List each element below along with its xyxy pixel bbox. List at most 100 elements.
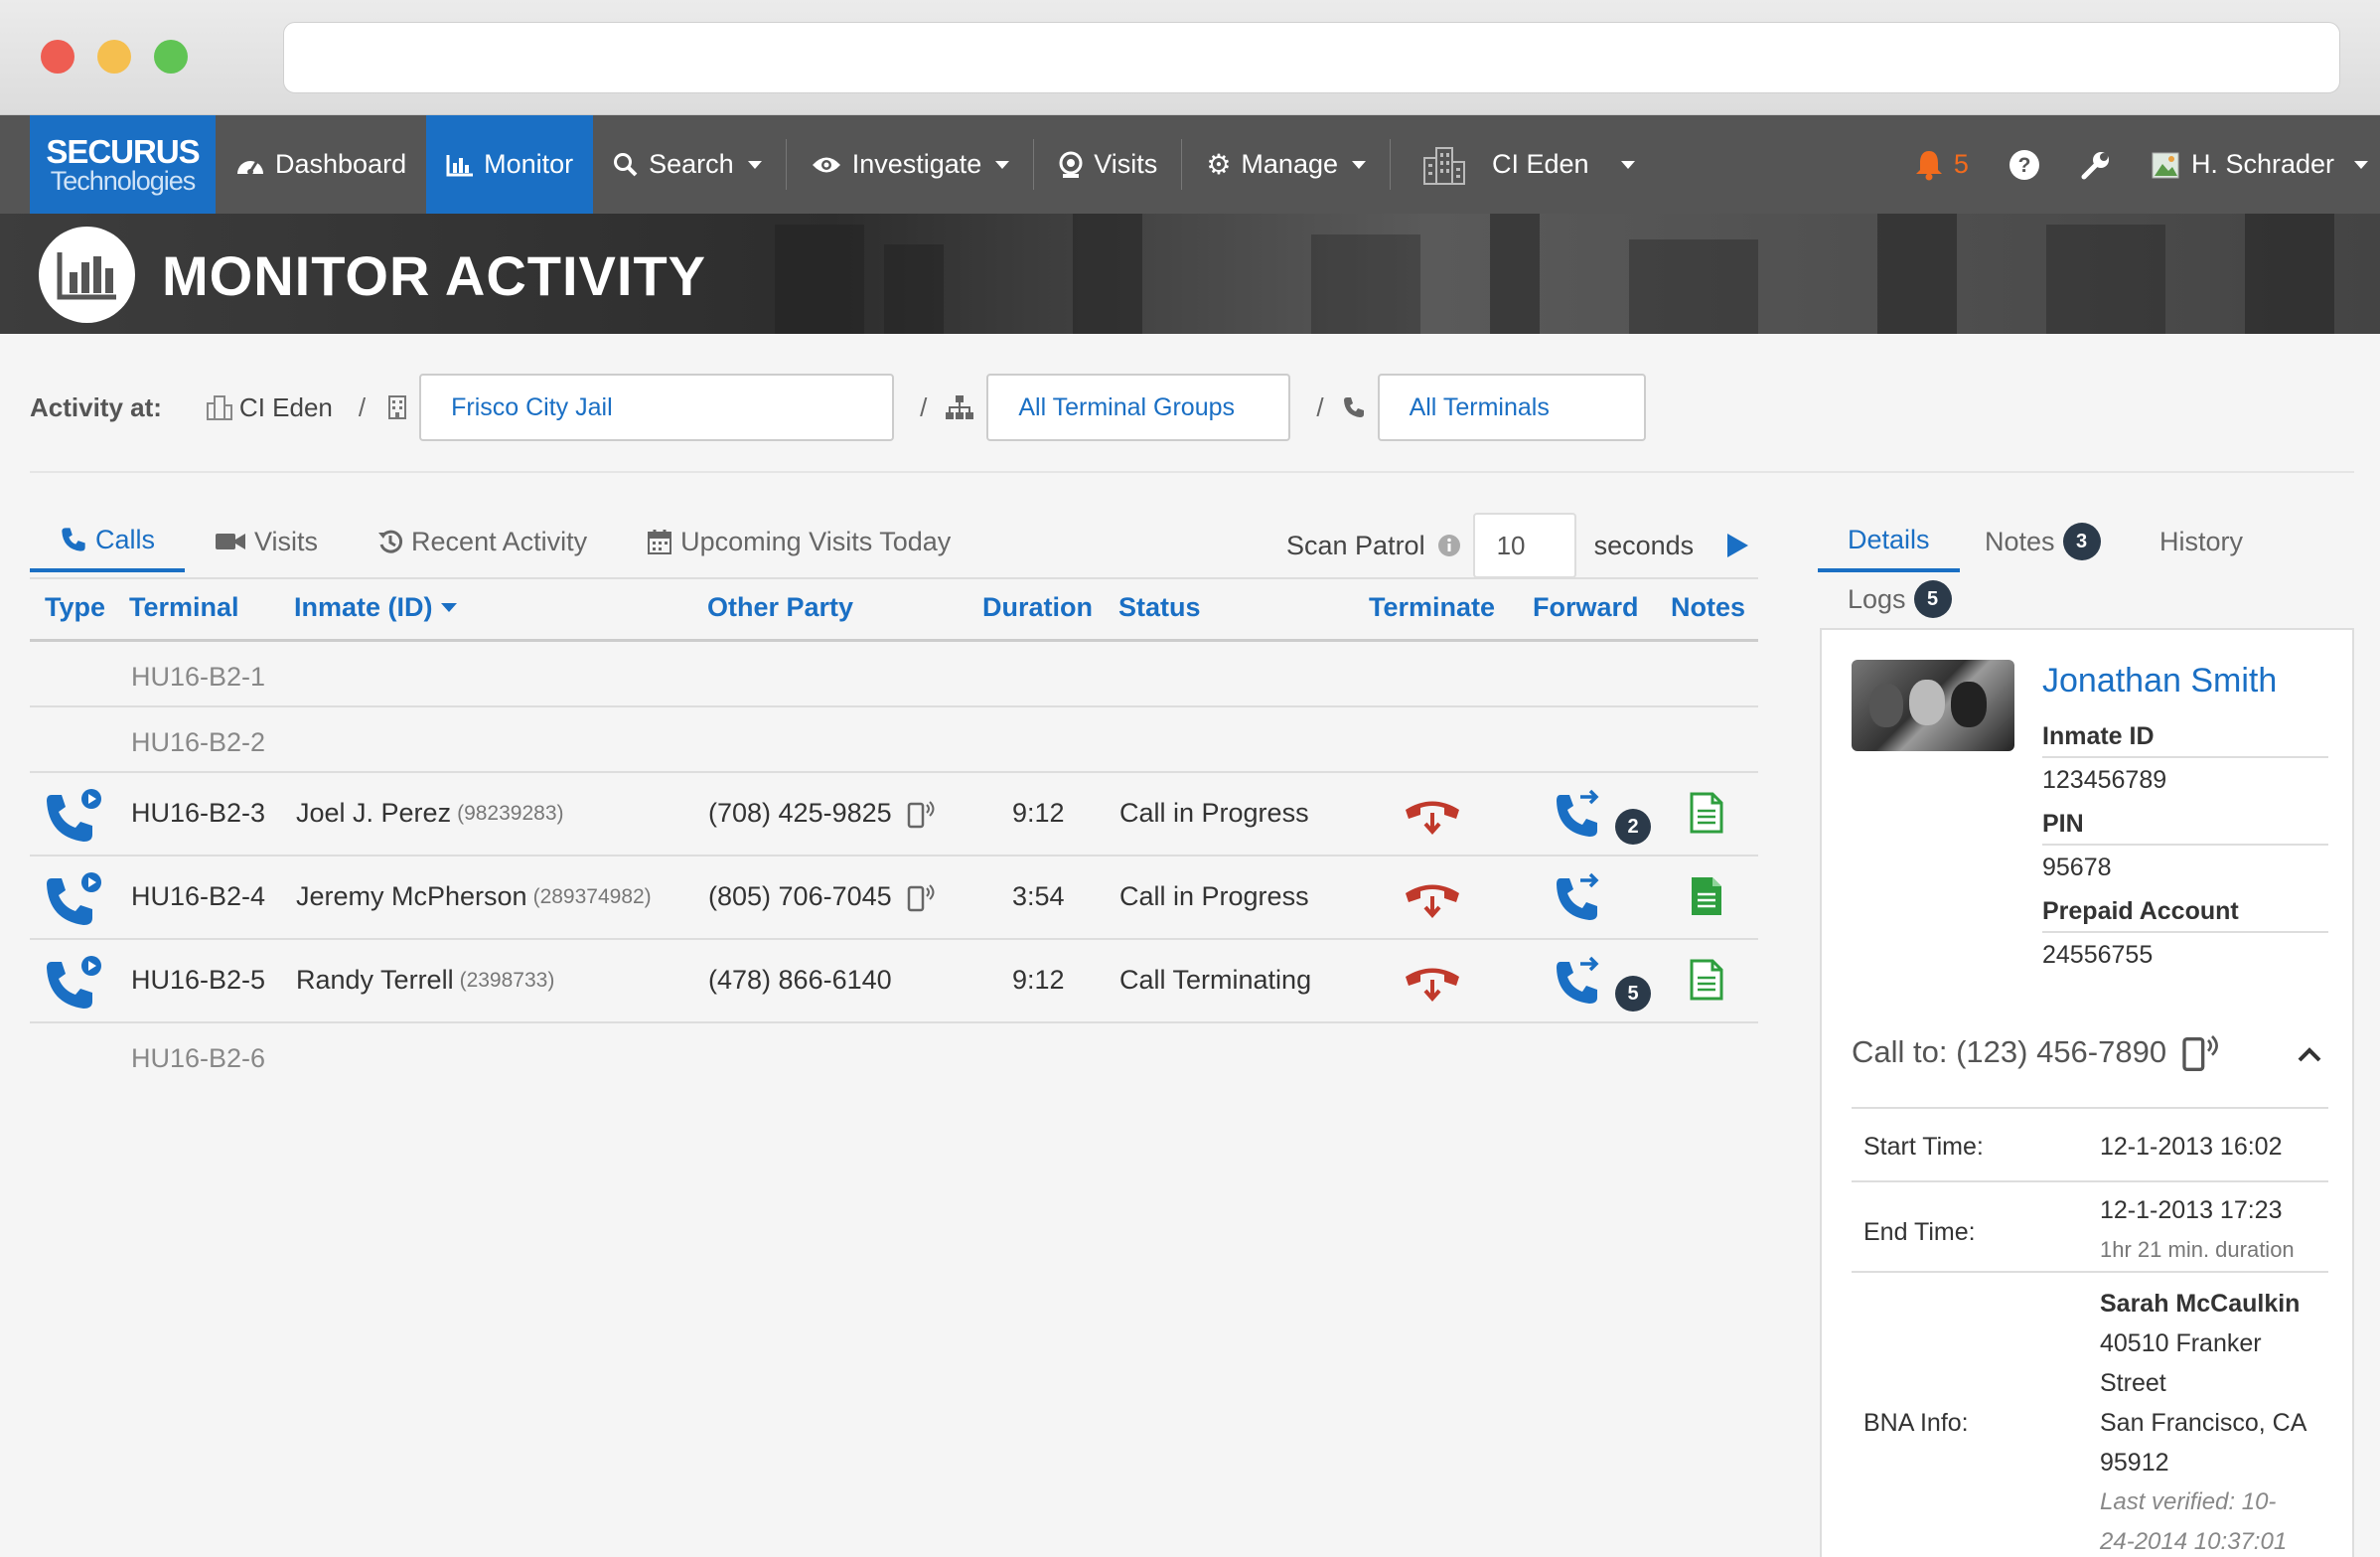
breadcrumb-separator: / xyxy=(358,391,367,422)
tab-recent-activity[interactable]: Recent Activity xyxy=(348,511,617,572)
other-party-number: (708) 425-9825 xyxy=(708,798,892,828)
inmate-name: Jeremy McPherson xyxy=(296,881,527,911)
inmate-cell[interactable]: Randy Terrell (2398733) xyxy=(296,965,554,996)
column-header-inmate[interactable]: Inmate (ID) xyxy=(294,592,457,623)
phone-call-icon xyxy=(47,872,101,925)
table-row[interactable]: HU16-B2-1 xyxy=(30,642,1758,707)
table-row[interactable]: HU16-B2-5 Randy Terrell (2398733) (478) 8… xyxy=(30,940,1758,1023)
tab-logs[interactable]: Logs 5 xyxy=(1848,580,1952,618)
user-menu[interactable]: H. Schrader xyxy=(2132,115,2380,214)
sort-caret-icon xyxy=(440,603,457,612)
nav-dashboard[interactable]: Dashboard xyxy=(216,115,426,214)
bell-icon xyxy=(1915,150,1942,180)
page-title: MONITOR ACTIVITY xyxy=(162,244,706,307)
duration-cell: 9:12 xyxy=(1012,965,1065,995)
table-row[interactable]: HU16-B2-3 Joel J. Perez (98239283) (708) … xyxy=(30,773,1758,856)
column-header-other-party[interactable]: Other Party xyxy=(707,592,853,623)
notes-filled-icon[interactable] xyxy=(1689,874,1724,918)
securus-logo[interactable]: SECURUS Technologies xyxy=(30,115,216,214)
alerts-button[interactable]: 5 xyxy=(1894,115,1989,214)
dashboard-icon xyxy=(237,159,263,175)
notes-icon[interactable] xyxy=(1689,958,1724,1002)
tab-history[interactable]: History xyxy=(2159,527,2243,557)
call-to-header[interactable]: Call to: (123) 456-7890 xyxy=(1852,1032,2220,1072)
hang-up-icon[interactable] xyxy=(1403,793,1462,837)
nav-investigate[interactable]: Investigate xyxy=(791,115,1030,214)
notes-count-badge: 3 xyxy=(2062,523,2101,560)
bna-address-line: San Francisco, CA xyxy=(2100,1409,2307,1437)
bna-label: BNA Info: xyxy=(1863,1409,1969,1437)
tab-details[interactable]: Details xyxy=(1818,511,1960,572)
play-icon[interactable] xyxy=(1725,533,1749,558)
webcam-icon xyxy=(1059,151,1083,178)
column-header-duration[interactable]: Duration xyxy=(982,592,1093,623)
forward-call-icon[interactable] xyxy=(1555,870,1602,924)
scan-patrol-input[interactable] xyxy=(1472,513,1576,578)
nav-facility[interactable]: CI Eden xyxy=(1395,115,1655,214)
scan-patrol-unit: seconds xyxy=(1593,530,1695,560)
forward-call-icon[interactable] xyxy=(1555,787,1602,841)
svg-text:?: ? xyxy=(2018,154,2031,177)
start-time-label: Start Time: xyxy=(1863,1133,1984,1161)
browser-chrome xyxy=(0,0,2380,115)
tab-notes-label: Notes xyxy=(1985,526,2055,556)
history-icon xyxy=(378,530,403,553)
start-time-value: 12-1-2013 16:02 xyxy=(2100,1133,2283,1161)
nav-monitor[interactable]: Monitor xyxy=(426,115,594,214)
terminals-select[interactable]: All Terminals xyxy=(1377,374,1646,441)
scan-patrol-label: Scan Patrol xyxy=(1286,530,1425,560)
column-header-type[interactable]: Type xyxy=(45,592,105,623)
tab-details-label: Details xyxy=(1848,524,1930,554)
maximize-window-button[interactable] xyxy=(154,40,188,74)
chevron-down-icon xyxy=(995,160,1010,169)
other-party-cell: (478) 866-6140 xyxy=(708,965,892,995)
address-bar[interactable] xyxy=(283,22,2340,93)
hang-up-icon[interactable] xyxy=(1403,960,1462,1004)
tab-calls[interactable]: Calls xyxy=(30,511,186,572)
tab-history-label: History xyxy=(2159,527,2244,556)
help-icon: ? xyxy=(2008,149,2039,180)
nav-manage[interactable]: ⚙ Manage xyxy=(1186,115,1386,214)
top-nav: SECURUS Technologies Dashboard Monitor S… xyxy=(0,115,2380,214)
inmate-cell[interactable]: Joel J. Perez (98239283) xyxy=(296,798,564,829)
terminal-cell: HU16-B2-3 xyxy=(131,798,266,828)
end-time-value: 12-1-2013 17:23 xyxy=(2100,1196,2283,1224)
notes-icon[interactable] xyxy=(1689,791,1724,835)
gear-icon: ⚙ xyxy=(1206,149,1232,180)
building-icon xyxy=(1423,146,1465,185)
terminal-groups-select[interactable]: All Terminal Groups xyxy=(986,374,1291,441)
forward-call-icon[interactable] xyxy=(1555,954,1602,1008)
info-icon[interactable] xyxy=(1437,534,1461,557)
nav-manage-label: Manage xyxy=(1241,149,1338,179)
close-window-button[interactable] xyxy=(41,40,74,74)
column-header-status[interactable]: Status xyxy=(1118,592,1201,623)
activity-tabs: Calls Visits Recent Activity Upcoming Vi… xyxy=(30,511,980,572)
settings-button[interactable] xyxy=(2060,115,2132,214)
activity-facility[interactable]: CI Eden xyxy=(239,392,333,423)
inmate-name: Randy Terrell xyxy=(296,965,454,995)
table-row[interactable]: HU16-B2-4 Jeremy McPherson (289374982) (8… xyxy=(30,856,1758,940)
inmate-cell[interactable]: Jeremy McPherson (289374982) xyxy=(296,881,652,912)
chevron-up-icon[interactable] xyxy=(2297,1045,2322,1063)
inmate-name-link[interactable]: Jonathan Smith xyxy=(2042,662,2277,701)
tab-logs-label: Logs xyxy=(1848,583,1906,614)
tab-upcoming-visits[interactable]: Upcoming Visits Today xyxy=(617,511,980,572)
status-cell: Call in Progress xyxy=(1119,881,1309,911)
tab-notes[interactable]: Notes 3 xyxy=(1985,523,2101,560)
call-duration: 1hr 21 min. duration xyxy=(2100,1237,2295,1262)
nav-visits[interactable]: Visits xyxy=(1038,115,1177,214)
other-party-cell: (805) 706-7045 xyxy=(708,881,936,912)
bna-name: Sarah McCaulkin xyxy=(2100,1290,2301,1318)
tab-visits[interactable]: Visits xyxy=(185,511,348,572)
minimize-window-button[interactable] xyxy=(97,40,131,74)
bna-last-verified: Last verified: 10- xyxy=(2100,1488,2277,1515)
hang-up-icon[interactable] xyxy=(1403,876,1462,920)
location-select[interactable]: Frisco City Jail xyxy=(419,374,895,441)
help-button[interactable]: ? xyxy=(1989,115,2060,214)
terminal-cell: HU16-B2-2 xyxy=(131,727,266,757)
phone-call-icon xyxy=(47,789,101,842)
nav-search[interactable]: Search xyxy=(593,115,782,214)
table-row[interactable]: HU16-B2-2 xyxy=(30,707,1758,773)
column-header-terminal[interactable]: Terminal xyxy=(129,592,239,623)
avatar-icon xyxy=(2152,152,2179,178)
